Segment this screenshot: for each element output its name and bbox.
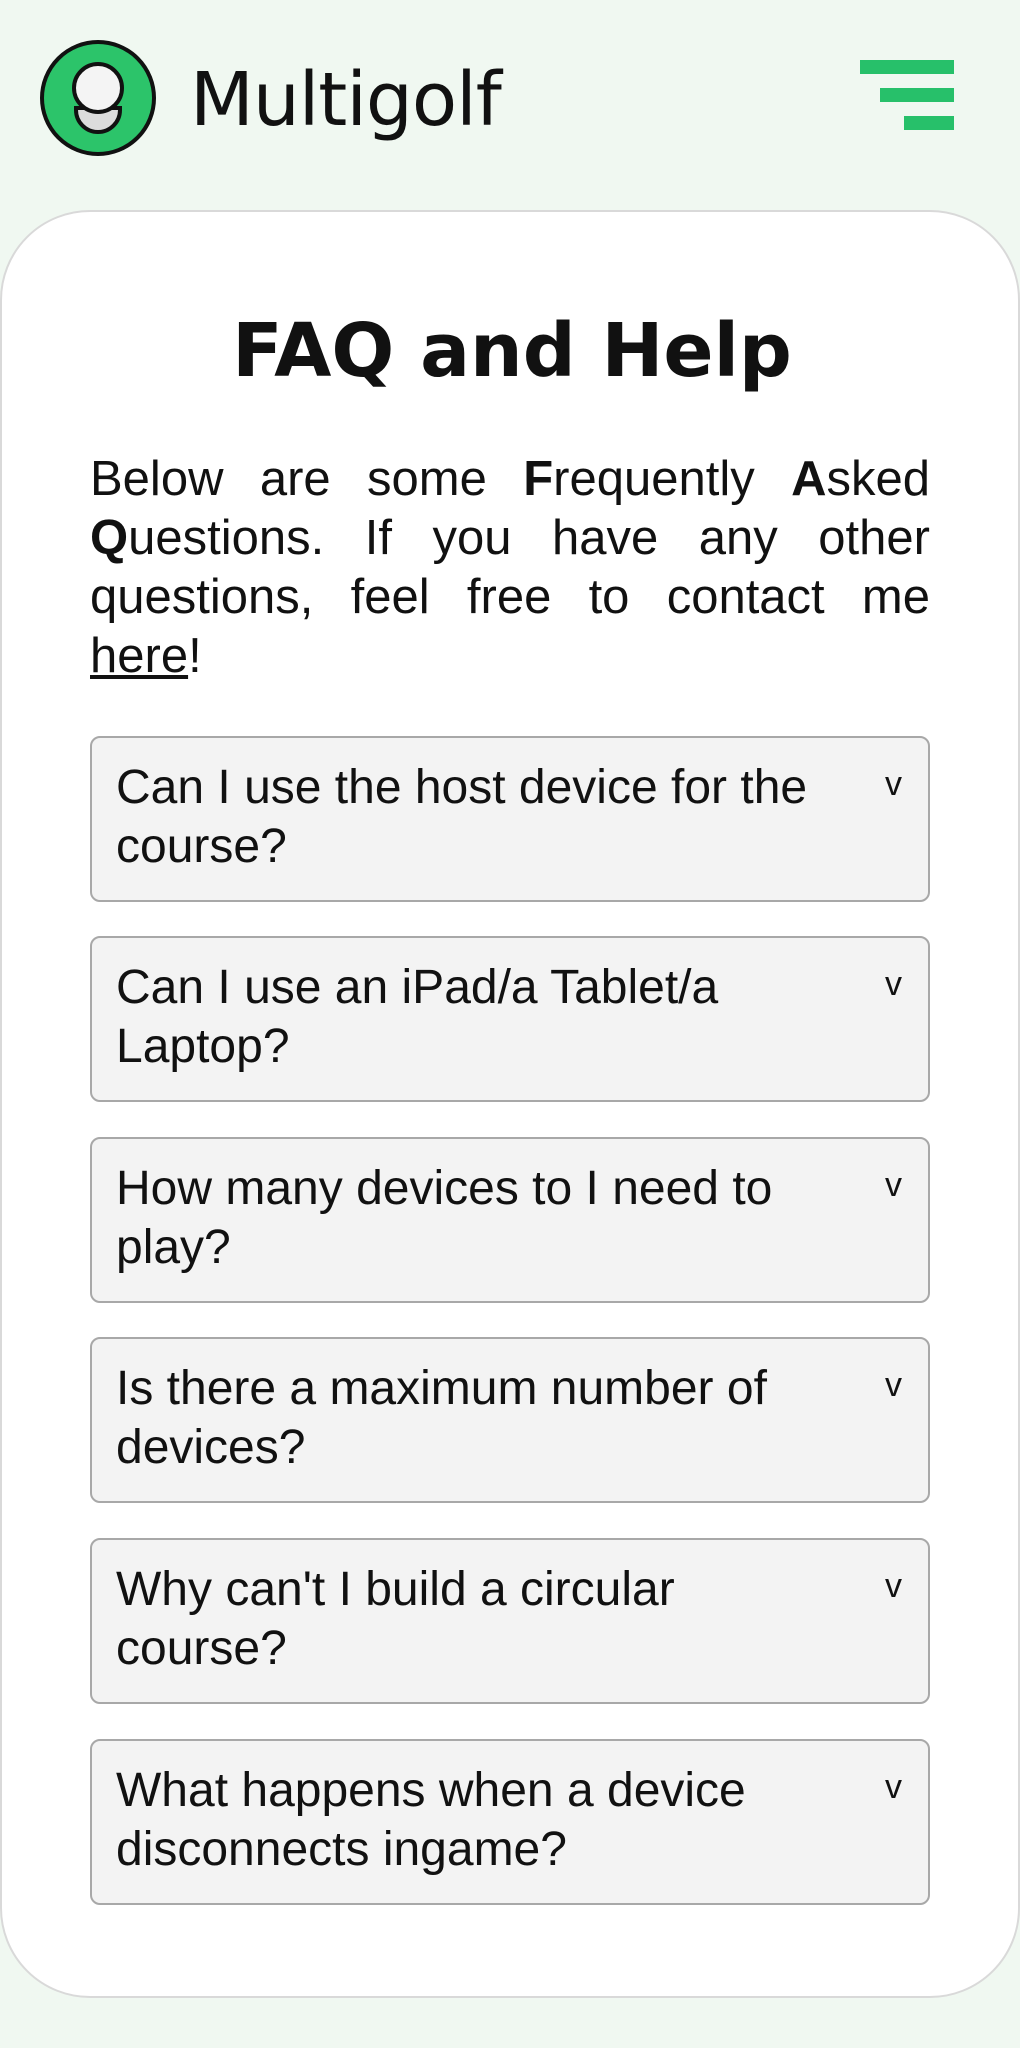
intro-part: uestions. If you have any other question… <box>90 511 930 624</box>
chevron-down-icon: v <box>885 965 902 1003</box>
faq-item-device-count[interactable]: How many devices to I need to play? v <box>90 1137 930 1303</box>
menu-line <box>904 116 954 130</box>
intro-part: sked <box>826 452 930 506</box>
intro-part: requently <box>553 452 792 506</box>
chevron-down-icon: v <box>885 1567 902 1605</box>
faq-question: Is there a maximum number of devices? <box>116 1362 767 1474</box>
intro-text: Below are some Frequently Asked Question… <box>90 450 930 686</box>
menu-line <box>860 60 954 74</box>
intro-bold-letter: Q <box>90 511 129 565</box>
contact-link[interactable]: here <box>90 629 188 683</box>
intro-bold-letter: A <box>791 452 827 506</box>
hamburger-menu-icon[interactable] <box>856 60 954 136</box>
faq-question: What happens when a device disconnects i… <box>116 1764 746 1876</box>
faq-question: Can I use the host device for the course… <box>116 761 808 873</box>
chevron-down-icon: v <box>885 1166 902 1204</box>
chevron-down-icon: v <box>885 765 902 803</box>
chevron-down-icon: v <box>885 1366 902 1404</box>
golf-ball-shape <box>72 62 124 114</box>
brand-name[interactable]: Multigolf <box>190 52 502 148</box>
faq-question: How many devices to I need to play? <box>116 1162 773 1274</box>
menu-line <box>880 88 954 102</box>
faq-item-circular-course[interactable]: Why can't I build a circular course? v <box>90 1538 930 1704</box>
chevron-down-icon: v <box>885 1768 902 1806</box>
intro-part: ! <box>188 629 202 683</box>
faq-question: Why can't I build a circular course? <box>116 1563 675 1675</box>
faq-item-disconnect[interactable]: What happens when a device disconnects i… <box>90 1739 930 1905</box>
page-title: FAQ and Help <box>232 308 792 394</box>
header: Multigolf <box>0 0 1020 200</box>
golf-ball-on-tee-icon[interactable] <box>40 40 156 156</box>
intro-bold-letter: F <box>523 452 554 506</box>
content-card: FAQ and Help Below are some Frequently A… <box>0 210 1020 1998</box>
intro-part: Below are some <box>90 452 524 506</box>
faq-item-ipad-tablet-laptop[interactable]: Can I use an iPad/a Tablet/a Laptop? v <box>90 936 930 1102</box>
faq-item-max-devices[interactable]: Is there a maximum number of devices? v <box>90 1337 930 1503</box>
faq-item-host-device[interactable]: Can I use the host device for the course… <box>90 736 930 902</box>
faq-question: Can I use an iPad/a Tablet/a Laptop? <box>116 961 719 1073</box>
